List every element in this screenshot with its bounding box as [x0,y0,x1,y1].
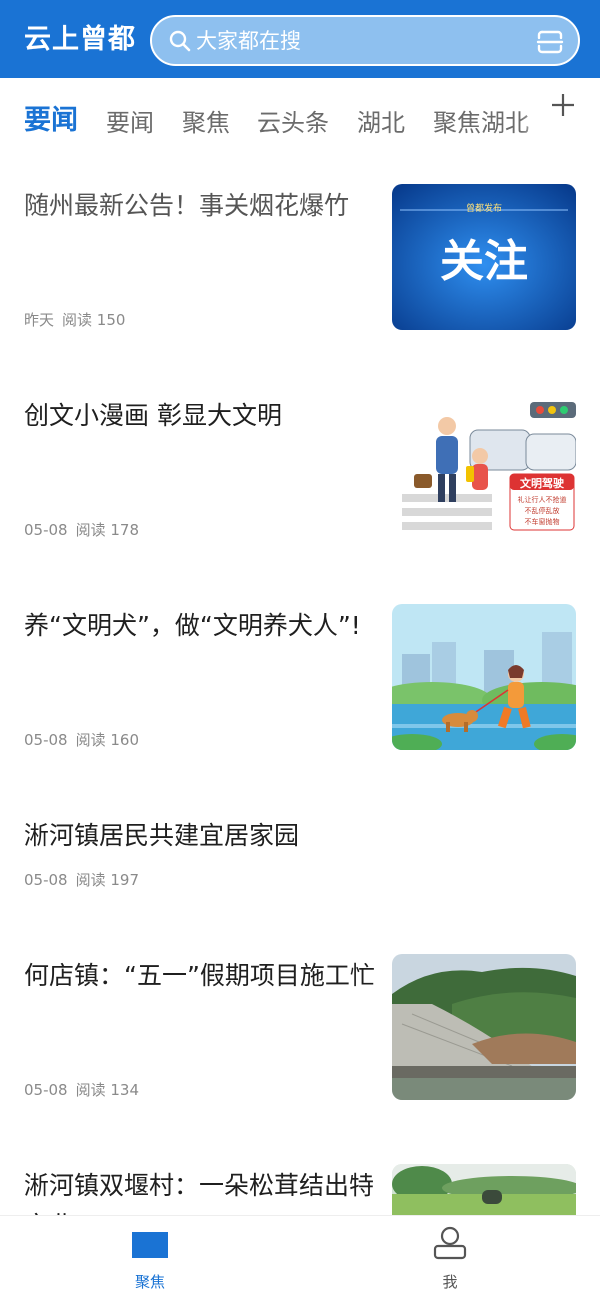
plus-icon[interactable] [550,92,576,118]
news-date: 05-08 [24,731,68,749]
thumb-caption: 关注 [440,236,528,287]
tab-hubei[interactable]: 湖北 [357,106,405,140]
nav-label: 我 [442,1273,458,1291]
news-reads: 阅读 134 [75,1081,139,1099]
search-icon [169,30,191,52]
news-title[interactable]: 养“文明犬”，做“文明养犬人”! [24,606,384,646]
tab-yuntoutiao[interactable]: 云头条 [257,106,329,140]
news-item[interactable]: 淅河镇居民共建宜居家园 05-08 阅读 197 [0,800,600,910]
news-thumbnail-image [392,1164,576,1215]
user-icon [433,1226,467,1260]
news-title[interactable]: 淅河镇居民共建宜居家园 [24,816,544,856]
news-thumbnail-image: 曾都发布 关注 [392,184,576,330]
news-thumbnail[interactable] [392,954,576,1100]
scan-icon[interactable] [536,28,564,56]
news-date: 05-08 [24,1081,68,1099]
news-thumbnail[interactable] [392,604,576,750]
nav-label: 聚焦 [134,1273,165,1291]
news-meta: 昨天 阅读 150 [24,310,125,330]
tab-yaowen[interactable]: 要闻 [106,106,154,140]
news-date: 05-08 [24,871,68,889]
news-title[interactable]: 创文小漫画 彰显大文明 [24,396,384,436]
thumb-badge: 曾都发布 [466,202,502,214]
app-title: 云上曾都 [24,24,136,55]
news-meta: 05-08 阅读 197 [24,870,139,890]
news-item[interactable]: 随州最新公告！事关烟花爆竹 昨天 阅读 150 曾都发布 关注 [0,170,600,370]
nav-item-me[interactable]: 我 [375,1216,525,1299]
search-bar[interactable]: 大家都在搜 [150,15,580,66]
thumb-sign-line3: 不车窗抛物 [525,517,560,526]
news-title[interactable]: 随州最新公告！事关烟花爆竹 [24,186,384,226]
news-reads: 阅读 160 [75,731,139,749]
news-reads: 阅读 150 [62,311,126,329]
news-reads: 阅读 197 [75,871,139,889]
news-item[interactable]: 淅河镇双堰村：一朵松茸结出特产业 [0,1150,600,1215]
news-item[interactable]: 何店镇：“五一”假期项目施工忙 05-08 阅读 134 [0,940,600,1140]
app-header: 云上曾都 大家都在搜 [0,0,600,78]
news-date: 05-08 [24,521,68,539]
channel-tabs: 要闻 要闻 聚焦 云头条 湖北 聚焦湖北 [0,78,600,170]
news-thumbnail[interactable]: 曾都发布 关注 [392,184,576,330]
bottom-nav: 聚焦 我 [0,1215,600,1299]
news-meta: 05-08 阅读 134 [24,1080,139,1100]
nav-item-jujiao[interactable]: 聚焦 [75,1216,225,1299]
news-item[interactable]: 养“文明犬”，做“文明养犬人”! 05-08 阅读 160 [0,590,600,790]
news-title[interactable]: 淅河镇双堰村：一朵松茸结出特产业 [24,1166,384,1215]
news-reads: 阅读 178 [75,521,139,539]
news-feed: 随州最新公告！事关烟花爆竹 昨天 阅读 150 曾都发布 关注 创文小漫画 彰显大… [0,170,600,1215]
news-meta: 05-08 阅读 178 [24,520,139,540]
news-thumbnail-image [392,604,576,750]
news-thumbnail-image: 文明驾驶 礼让行人不抢道 不乱停乱放 不车窗抛物 [392,394,576,540]
news-thumbnail[interactable] [392,1164,576,1215]
news-meta: 05-08 阅读 160 [24,730,139,750]
news-thumbnail-image [392,954,576,1100]
news-thumbnail[interactable]: 文明驾驶 礼让行人不抢道 不乱停乱放 不车窗抛物 [392,394,576,540]
tab-jujiao[interactable]: 聚焦 [182,106,230,140]
search-input[interactable]: 大家都在搜 [196,27,301,55]
thumb-sign-line1: 礼让行人不抢道 [518,495,567,504]
thumb-sign-line2: 不乱停乱放 [525,506,560,515]
news-item[interactable]: 创文小漫画 彰显大文明 05-08 阅读 178 文明驾驶 礼让行人不抢道 不乱… [0,380,600,580]
news-title[interactable]: 何店镇：“五一”假期项目施工忙 [24,956,384,996]
news-date: 昨天 [24,311,55,329]
tab-fade [520,98,550,148]
news-icon [132,1232,168,1258]
thumb-sign-title: 文明驾驶 [520,476,565,490]
tab-yaowen-active[interactable]: 要闻 [24,104,78,138]
tab-jujiao-hubei[interactable]: 聚焦湖北 [433,106,529,140]
